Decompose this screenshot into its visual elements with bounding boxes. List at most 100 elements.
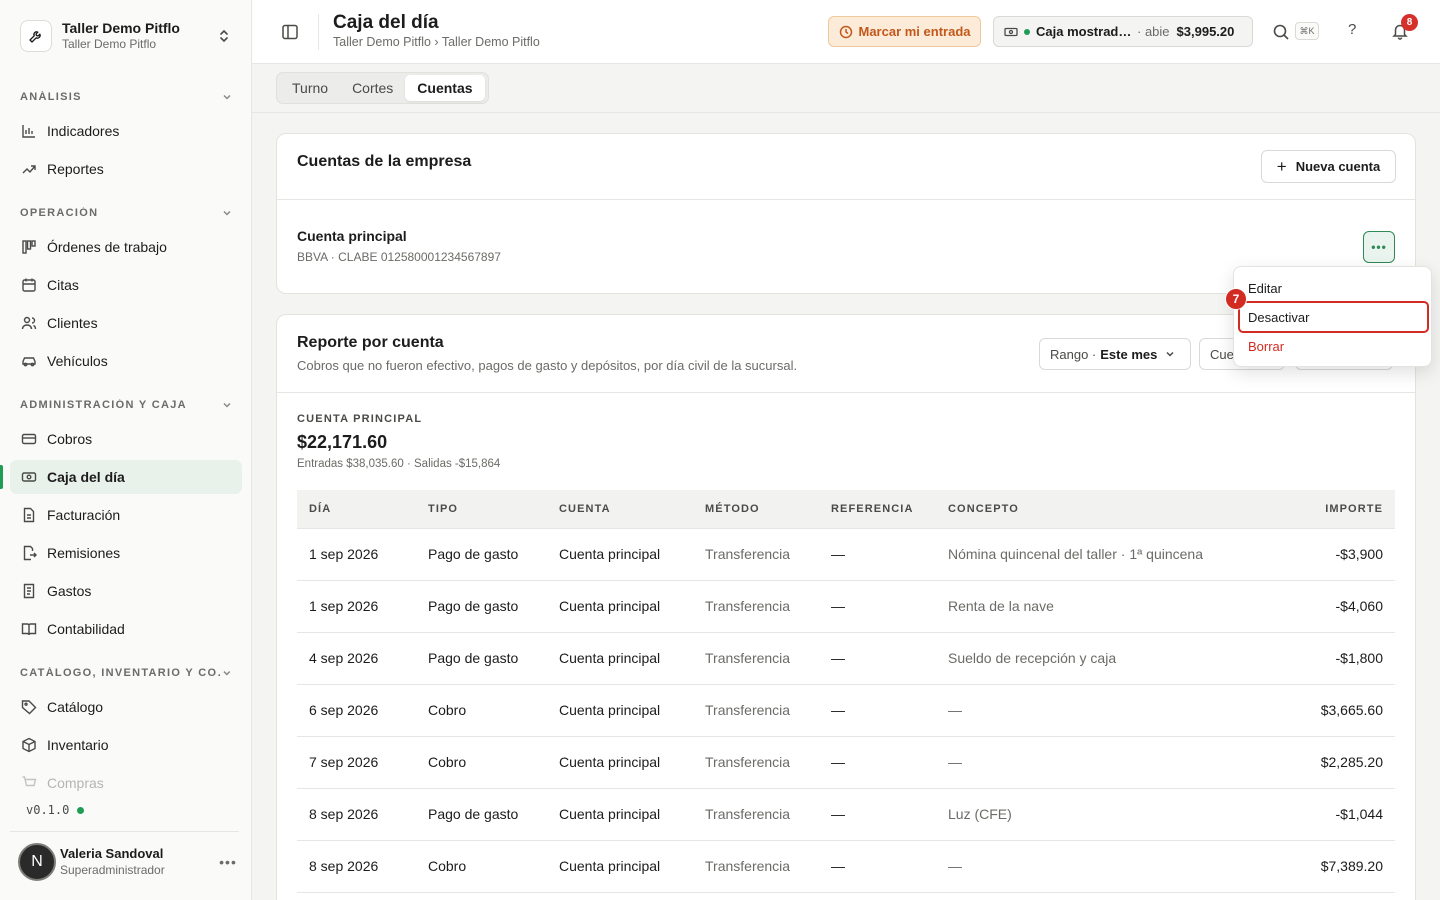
workspace-switcher[interactable]: Taller Demo Pitflo Taller Demo Pitflo: [10, 12, 242, 60]
sidebar-item-inventario[interactable]: Inventario: [10, 728, 242, 762]
column-header[interactable]: REFERENCIA: [819, 490, 936, 529]
range-select[interactable]: Rango · Este mes: [1039, 338, 1191, 370]
user-menu[interactable]: N Valeria Sandoval Superadministrador ••…: [18, 840, 240, 884]
sidebar-item-contabilidad[interactable]: Contabilidad: [10, 612, 242, 646]
table-row[interactable]: 4 sep 2026 Pago de gasto Cuenta principa…: [297, 632, 1395, 685]
divider: [318, 14, 319, 50]
cash-icon: [20, 468, 38, 486]
tab-cuentas[interactable]: Cuentas: [405, 75, 485, 101]
trend-icon: [20, 160, 38, 178]
account-actions-menu: Editar Desactivar Borrar: [1233, 266, 1432, 367]
active-indicator: [0, 465, 3, 489]
more-icon[interactable]: •••: [216, 854, 240, 870]
table-row[interactable]: 8 sep 2026 Cobro Cuenta principal Transf…: [297, 840, 1395, 893]
menu-item-desactivar[interactable]: Desactivar: [1238, 301, 1429, 333]
table-row[interactable]: 1 sep 2026 Pago de gasto Cuenta principa…: [297, 528, 1395, 581]
sidebar-item-clientes[interactable]: Clientes: [10, 306, 242, 340]
table-row[interactable]: 1 sep 2026 Pago de gasto Cuenta principa…: [297, 580, 1395, 633]
sidebar-item-indicadores[interactable]: Indicadores: [10, 114, 242, 148]
table-row[interactable]: 7 sep 2026 Cobro Cuenta principal Transf…: [297, 736, 1395, 789]
column-header[interactable]: IMPORTE: [1266, 490, 1395, 529]
column-header[interactable]: CUENTA: [547, 490, 693, 529]
cart-icon: [20, 774, 38, 792]
sidebar-toggle-icon[interactable]: [280, 22, 300, 42]
table-header: DÍA TIPO CUENTA MÉTODO REFERENCIA CONCEP…: [297, 490, 1395, 529]
users-icon: [20, 314, 38, 332]
car-icon: [20, 352, 38, 370]
cash-register-selector[interactable]: Caja mostrad… · abie $3,995.20: [993, 16, 1253, 47]
status-dot: [1024, 28, 1030, 35]
menu-item-editar[interactable]: Editar: [1238, 274, 1429, 303]
sidebar-item-gastos[interactable]: Gastos: [10, 574, 242, 608]
account-name: Cuenta principal: [297, 228, 407, 244]
divider: [10, 831, 239, 832]
user-role: Superadministrador: [60, 863, 165, 877]
tab-turno[interactable]: Turno: [280, 75, 340, 101]
column-header[interactable]: MÉTODO: [693, 490, 819, 529]
chevron-down-icon: [223, 671, 231, 676]
box-icon: [20, 736, 38, 754]
tab-cortes[interactable]: Cortes: [340, 75, 405, 101]
sidebar-item-facturacion[interactable]: Facturación: [10, 498, 242, 532]
divider: [252, 112, 1440, 113]
notification-badge: 8: [1401, 14, 1418, 31]
report-subtitle: Cobros que no fueron efectivo, pagos de …: [297, 358, 798, 373]
book-icon: [20, 620, 38, 638]
account-more-button[interactable]: •••: [1363, 231, 1395, 263]
workspace-name: Taller Demo Pitflo: [62, 20, 180, 36]
report-card: Reporte por cuenta Cobros que no fueron …: [276, 314, 1416, 900]
user-name: Valeria Sandoval: [60, 846, 164, 861]
sidebar-item-reportes[interactable]: Reportes: [10, 152, 242, 186]
sidebar-item-cobros[interactable]: Cobros: [10, 422, 242, 456]
kanban-icon: [20, 238, 38, 256]
sidebar-item-vehiculos[interactable]: Vehículos: [10, 344, 242, 378]
sidebar-item-ordenes[interactable]: Órdenes de trabajo: [10, 230, 242, 264]
clock-icon: [839, 25, 853, 39]
search-icon[interactable]: [1272, 23, 1290, 41]
receipt-icon: [20, 582, 38, 600]
section-administracion[interactable]: ADMINISTRACIÓN Y CAJA: [10, 392, 242, 418]
chevron-down-icon: [223, 210, 231, 216]
new-account-button[interactable]: + Nueva cuenta: [1261, 150, 1396, 183]
tag-icon: [20, 698, 38, 716]
shortcut-hint: ⌘K: [1295, 22, 1319, 40]
version-indicator: v0.1.0: [26, 803, 85, 817]
card-icon: [20, 430, 38, 448]
column-header[interactable]: CONCEPTO: [936, 490, 1266, 529]
divider: [277, 199, 1415, 200]
chevron-down-icon: [223, 94, 231, 100]
workspace-subtitle: Taller Demo Pitflo: [62, 37, 157, 51]
plus-icon: +: [1276, 156, 1287, 176]
summary-detail: Entradas $38,035.60 · Salidas -$15,864: [297, 458, 501, 470]
section-operacion[interactable]: OPERACIÓN: [10, 200, 242, 226]
sidebar: Taller Demo Pitflo Taller Demo Pitflo AN…: [0, 0, 252, 900]
report-table: DÍA TIPO CUENTA MÉTODO REFERENCIA CONCEP…: [297, 490, 1395, 893]
step-marker: 7: [1225, 288, 1247, 310]
page-title: Caja del día: [333, 12, 439, 33]
help-icon[interactable]: ?: [1348, 21, 1356, 38]
status-dot: [77, 806, 85, 814]
menu-item-borrar[interactable]: Borrar: [1238, 332, 1429, 361]
sidebar-item-catalogo[interactable]: Catálogo: [10, 690, 242, 724]
sidebar-item-citas[interactable]: Citas: [10, 268, 242, 302]
summary-amount: $22,171.60: [297, 432, 388, 452]
avatar: N: [18, 843, 56, 881]
clock-in-button[interactable]: Marcar mi entrada: [828, 16, 981, 47]
cash-icon: [1004, 25, 1018, 39]
section-analisis[interactable]: ANÁLISIS: [10, 84, 242, 110]
account-detail: BBVA · CLABE 012580001234567897: [297, 250, 501, 264]
report-title: Reporte por cuenta: [297, 334, 444, 351]
card-title: Cuentas de la empresa: [297, 153, 472, 170]
table-row[interactable]: 6 sep 2026 Cobro Cuenta principal Transf…: [297, 684, 1395, 737]
register-amount: $3,995.20: [1176, 24, 1235, 39]
sidebar-item-compras[interactable]: Compras: [10, 766, 242, 800]
column-header[interactable]: TIPO: [416, 490, 547, 529]
calendar-icon: [20, 276, 38, 294]
table-row[interactable]: 8 sep 2026 Pago de gasto Cuenta principa…: [297, 788, 1395, 841]
section-catalogo[interactable]: CATÁLOGO, INVENTARIO Y CO…: [10, 660, 242, 686]
column-header[interactable]: DÍA: [297, 490, 416, 529]
breadcrumb: Taller Demo Pitflo › Taller Demo Pitflo: [333, 35, 540, 49]
sidebar-item-remisiones[interactable]: Remisiones: [10, 536, 242, 570]
divider: [277, 392, 1415, 393]
sidebar-item-caja[interactable]: Caja del día: [10, 460, 242, 494]
